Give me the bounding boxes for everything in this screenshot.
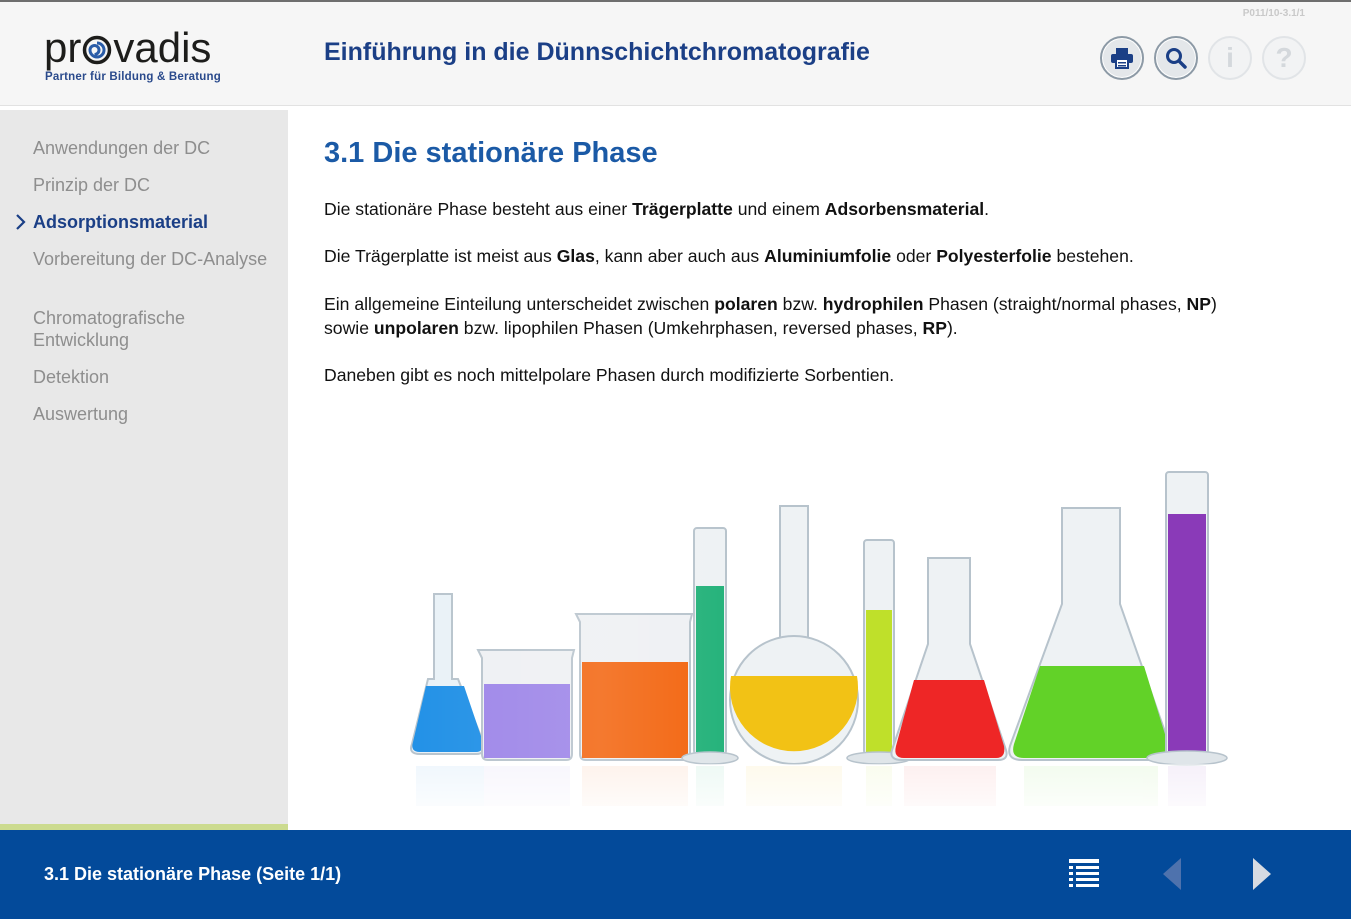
- nav-item-vorbereitung[interactable]: Vorbereitung der DC-Analyse: [33, 248, 273, 270]
- nav-item-prinzip[interactable]: Prinzip der DC: [33, 174, 273, 196]
- paragraph-1: Die stationäre Phase besteht aus einer T…: [324, 199, 990, 219]
- paragraph-2: Die Trägerplatte ist meist aus Glas, kan…: [324, 246, 1134, 266]
- logo-tagline: Partner für Bildung & Beratung: [45, 71, 221, 83]
- printer-icon: [1111, 48, 1133, 69]
- magnifier-icon: [1166, 48, 1187, 69]
- search-button[interactable]: [1154, 36, 1198, 80]
- paragraph-4: Daneben gibt es noch mittelpolare Phasen…: [324, 365, 895, 385]
- info-button[interactable]: i: [1208, 36, 1252, 80]
- print-button[interactable]: [1100, 36, 1144, 80]
- chevron-right-icon: [16, 214, 26, 230]
- header-bar: pr vadis Partner für Bildung & Beratung E…: [0, 0, 1351, 106]
- page-title: 3.1 Die stationäre Phase: [324, 137, 658, 169]
- content-area: 3.1 Die stationäre Phase Die stationäre …: [288, 106, 1351, 830]
- nav-item-entwicklung[interactable]: Chromatografische Entwicklung: [33, 307, 273, 351]
- nav-item-anwendungen[interactable]: Anwendungen der DC: [33, 137, 273, 159]
- logo-swirl-icon: [83, 35, 112, 65]
- arrow-left-icon: [1163, 858, 1181, 890]
- provadis-logo: pr vadis Partner für Bildung & Beratung: [44, 26, 244, 90]
- info-icon: i: [1226, 42, 1234, 73]
- arrow-right-icon: [1253, 858, 1271, 890]
- footer-bar: 3.1 Die stationäre Phase (Seite 1/1): [0, 830, 1351, 919]
- nav-item-detektion[interactable]: Detektion: [33, 366, 273, 388]
- list-icon: [1069, 859, 1099, 887]
- previous-page-button[interactable]: [1152, 854, 1192, 894]
- question-icon: ?: [1275, 42, 1293, 73]
- lab-glassware-illustration: [376, 454, 1276, 824]
- chapter-navigation: Anwendungen der DC Prinzip der DC Adsorp…: [0, 110, 288, 824]
- footer-page-label: 3.1 Die stationäre Phase (Seite 1/1): [44, 864, 342, 884]
- page-code: P011/10-3.1/1: [1242, 8, 1305, 19]
- logo-wordmark: pr vadis: [44, 24, 212, 71]
- help-button[interactable]: ?: [1262, 36, 1306, 80]
- paragraph-3: Ein allgemeine Einteilung unterscheidet …: [324, 294, 1217, 338]
- nav-item-adsorptionsmaterial[interactable]: Adsorptionsmaterial: [33, 211, 273, 233]
- next-page-button[interactable]: [1242, 854, 1282, 894]
- nav-item-auswertung[interactable]: Auswertung: [33, 403, 273, 425]
- toc-button[interactable]: [1064, 854, 1104, 894]
- course-title: Einführung in die Dünnschichtchromatogra…: [324, 38, 870, 66]
